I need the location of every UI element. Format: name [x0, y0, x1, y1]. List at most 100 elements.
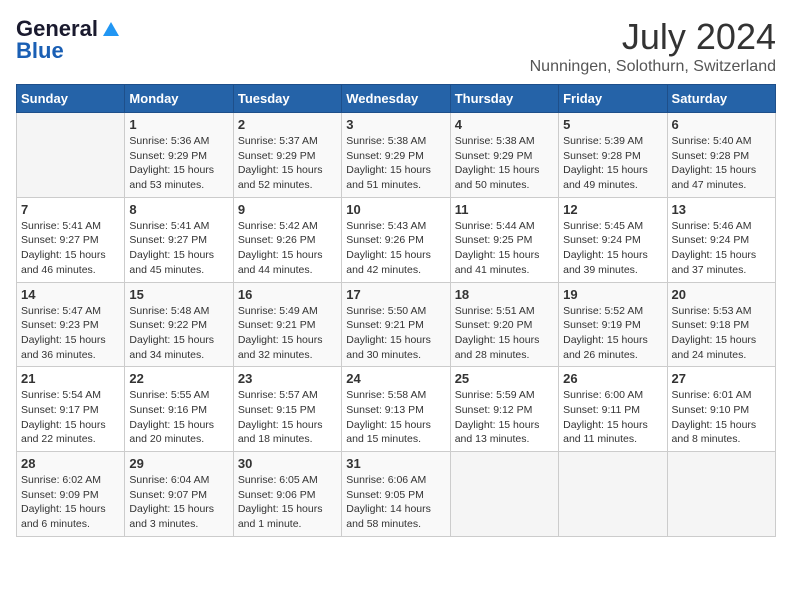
day-info: Sunrise: 5:43 AM Sunset: 9:26 PM Dayligh… [346, 219, 445, 278]
calendar-cell: 13Sunrise: 5:46 AM Sunset: 9:24 PM Dayli… [667, 197, 775, 282]
header: General Blue July 2024 Nunningen, Soloth… [16, 16, 776, 76]
col-header-monday: Monday [125, 85, 233, 113]
day-number: 13 [672, 202, 771, 217]
logo: General Blue [16, 16, 120, 64]
calendar-cell: 26 Sunrise: 6:00 AM Sunset: 9:11 PM Dayli… [559, 367, 667, 452]
calendar-cell [559, 452, 667, 537]
day-number: 16 [238, 287, 337, 302]
calendar-cell [450, 452, 558, 537]
col-header-friday: Friday [559, 85, 667, 113]
day-info: Sunrise: 5:47 AM Sunset: 9:23 PM Dayligh… [21, 304, 120, 363]
week-row-3: 14 Sunrise: 5:47 AM Sunset: 9:23 PM Dayli… [17, 282, 776, 367]
day-info: Sunrise: 5:55 AM Sunset: 9:16 PM Dayligh… [129, 388, 228, 447]
calendar-cell: 12 Sunrise: 5:45 AM Sunset: 9:24 PM Dayli… [559, 197, 667, 282]
day-info: Sunrise: 5:54 AM Sunset: 9:17 PM Dayligh… [21, 388, 120, 447]
day-info: Sunrise: 5:59 AM Sunset: 9:12 PM Dayligh… [455, 388, 554, 447]
week-row-4: 21 Sunrise: 5:54 AM Sunset: 9:17 PM Dayli… [17, 367, 776, 452]
day-number: 19 [563, 287, 662, 302]
location-title: Nunningen, Solothurn, Switzerland [530, 58, 776, 76]
day-info: Sunrise: 5:38 AM Sunset: 9:29 PM Dayligh… [346, 134, 445, 193]
col-header-tuesday: Tuesday [233, 85, 341, 113]
day-number: 31 [346, 456, 445, 471]
calendar-cell: 16 Sunrise: 5:49 AM Sunset: 9:21 PM Dayli… [233, 282, 341, 367]
day-info: Sunrise: 5:37 AM Sunset: 9:29 PM Dayligh… [238, 134, 337, 193]
calendar-cell: 1Sunrise: 5:36 AM Sunset: 9:29 PM Daylig… [125, 113, 233, 198]
day-number: 18 [455, 287, 554, 302]
day-number: 26 [563, 371, 662, 386]
day-number: 20 [672, 287, 771, 302]
day-number: 14 [21, 287, 120, 302]
col-header-wednesday: Wednesday [342, 85, 450, 113]
calendar-cell: 22 Sunrise: 5:55 AM Sunset: 9:16 PM Dayli… [125, 367, 233, 452]
day-number: 9 [238, 202, 337, 217]
title-area: July 2024 Nunningen, Solothurn, Switzerl… [530, 16, 776, 76]
day-info: Sunrise: 5:48 AM Sunset: 9:22 PM Dayligh… [129, 304, 228, 363]
week-row-1: 1Sunrise: 5:36 AM Sunset: 9:29 PM Daylig… [17, 113, 776, 198]
day-number: 7 [21, 202, 120, 217]
day-info: Sunrise: 5:50 AM Sunset: 9:21 PM Dayligh… [346, 304, 445, 363]
day-number: 3 [346, 117, 445, 132]
day-number: 1 [129, 117, 228, 132]
day-number: 10 [346, 202, 445, 217]
col-header-saturday: Saturday [667, 85, 775, 113]
calendar-cell: 5 Sunrise: 5:39 AM Sunset: 9:28 PM Daylig… [559, 113, 667, 198]
day-number: 28 [21, 456, 120, 471]
day-info: Sunrise: 6:00 AM Sunset: 9:11 PM Dayligh… [563, 388, 662, 447]
day-number: 17 [346, 287, 445, 302]
calendar-cell: 27 Sunrise: 6:01 AM Sunset: 9:10 PM Dayli… [667, 367, 775, 452]
day-number: 27 [672, 371, 771, 386]
calendar-cell: 18 Sunrise: 5:51 AM Sunset: 9:20 PM Dayli… [450, 282, 558, 367]
day-number: 24 [346, 371, 445, 386]
calendar-cell: 20 Sunrise: 5:53 AM Sunset: 9:18 PM Dayli… [667, 282, 775, 367]
day-info: Sunrise: 6:01 AM Sunset: 9:10 PM Dayligh… [672, 388, 771, 447]
day-number: 5 [563, 117, 662, 132]
day-number: 11 [455, 202, 554, 217]
day-info: Sunrise: 5:41 AM Sunset: 9:27 PM Dayligh… [21, 219, 120, 278]
logo-blue: Blue [16, 38, 64, 64]
day-info: Sunrise: 5:53 AM Sunset: 9:18 PM Dayligh… [672, 304, 771, 363]
calendar-cell: 23Sunrise: 5:57 AM Sunset: 9:15 PM Dayli… [233, 367, 341, 452]
calendar-cell: 29Sunrise: 6:04 AM Sunset: 9:07 PM Dayli… [125, 452, 233, 537]
day-info: Sunrise: 5:40 AM Sunset: 9:28 PM Dayligh… [672, 134, 771, 193]
day-number: 6 [672, 117, 771, 132]
day-info: Sunrise: 5:42 AM Sunset: 9:26 PM Dayligh… [238, 219, 337, 278]
logo-icon [102, 20, 120, 38]
day-number: 21 [21, 371, 120, 386]
day-number: 23 [238, 371, 337, 386]
day-info: Sunrise: 5:49 AM Sunset: 9:21 PM Dayligh… [238, 304, 337, 363]
day-info: Sunrise: 5:58 AM Sunset: 9:13 PM Dayligh… [346, 388, 445, 447]
day-info: Sunrise: 5:39 AM Sunset: 9:28 PM Dayligh… [563, 134, 662, 193]
day-number: 22 [129, 371, 228, 386]
day-info: Sunrise: 6:04 AM Sunset: 9:07 PM Dayligh… [129, 473, 228, 532]
calendar-cell: 9 Sunrise: 5:42 AM Sunset: 9:26 PM Daylig… [233, 197, 341, 282]
day-number: 4 [455, 117, 554, 132]
calendar-cell: 7 Sunrise: 5:41 AM Sunset: 9:27 PM Daylig… [17, 197, 125, 282]
col-header-sunday: Sunday [17, 85, 125, 113]
day-info: Sunrise: 5:52 AM Sunset: 9:19 PM Dayligh… [563, 304, 662, 363]
calendar-cell: 24 Sunrise: 5:58 AM Sunset: 9:13 PM Dayli… [342, 367, 450, 452]
calendar-cell [667, 452, 775, 537]
calendar-cell: 3 Sunrise: 5:38 AM Sunset: 9:29 PM Daylig… [342, 113, 450, 198]
month-title: July 2024 [530, 16, 776, 58]
day-info: Sunrise: 5:41 AM Sunset: 9:27 PM Dayligh… [129, 219, 228, 278]
calendar-cell: 11Sunrise: 5:44 AM Sunset: 9:25 PM Dayli… [450, 197, 558, 282]
calendar-cell: 19 Sunrise: 5:52 AM Sunset: 9:19 PM Dayli… [559, 282, 667, 367]
calendar-cell: 2 Sunrise: 5:37 AM Sunset: 9:29 PM Daylig… [233, 113, 341, 198]
day-info: Sunrise: 6:06 AM Sunset: 9:05 PM Dayligh… [346, 473, 445, 532]
calendar-cell: 21 Sunrise: 5:54 AM Sunset: 9:17 PM Dayli… [17, 367, 125, 452]
calendar-header: SundayMondayTuesdayWednesdayThursdayFrid… [17, 85, 776, 113]
day-info: Sunrise: 5:45 AM Sunset: 9:24 PM Dayligh… [563, 219, 662, 278]
calendar-table: SundayMondayTuesdayWednesdayThursdayFrid… [16, 84, 776, 537]
day-info: Sunrise: 5:51 AM Sunset: 9:20 PM Dayligh… [455, 304, 554, 363]
calendar-cell: 28Sunrise: 6:02 AM Sunset: 9:09 PM Dayli… [17, 452, 125, 537]
calendar-cell: 17 Sunrise: 5:50 AM Sunset: 9:21 PM Dayli… [342, 282, 450, 367]
calendar-cell: 4Sunrise: 5:38 AM Sunset: 9:29 PM Daylig… [450, 113, 558, 198]
calendar-cell: 6 Sunrise: 5:40 AM Sunset: 9:28 PM Daylig… [667, 113, 775, 198]
day-info: Sunrise: 6:05 AM Sunset: 9:06 PM Dayligh… [238, 473, 337, 532]
day-number: 12 [563, 202, 662, 217]
week-row-5: 28Sunrise: 6:02 AM Sunset: 9:09 PM Dayli… [17, 452, 776, 537]
day-number: 2 [238, 117, 337, 132]
calendar-cell [17, 113, 125, 198]
calendar-cell: 8Sunrise: 5:41 AM Sunset: 9:27 PM Daylig… [125, 197, 233, 282]
calendar-cell: 15Sunrise: 5:48 AM Sunset: 9:22 PM Dayli… [125, 282, 233, 367]
